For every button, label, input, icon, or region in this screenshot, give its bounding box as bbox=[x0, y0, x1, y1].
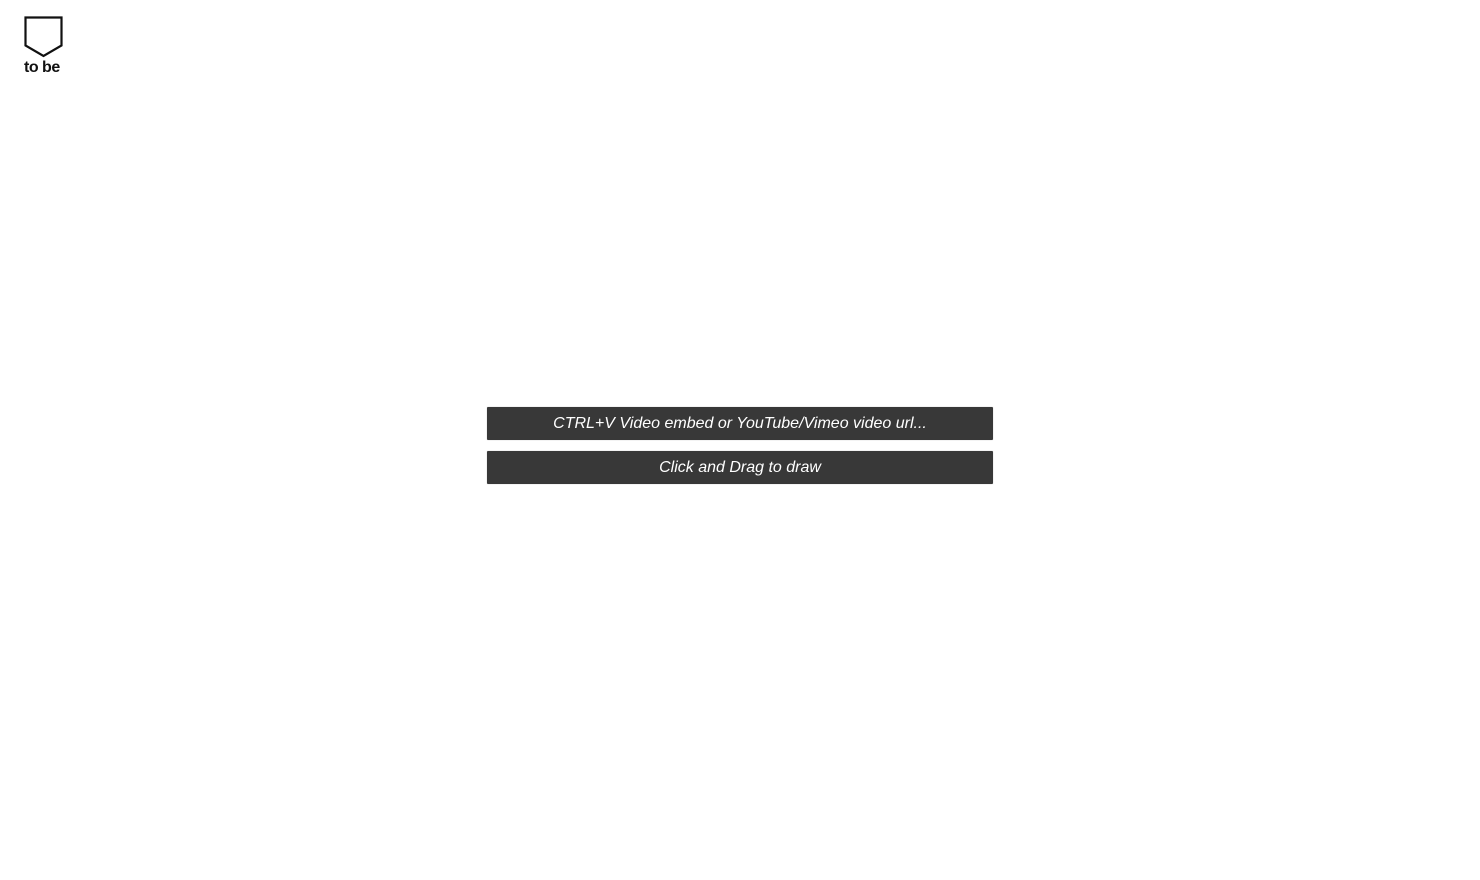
paste-video-hint[interactable]: CTRL+V Video embed or YouTube/Vimeo vide… bbox=[487, 407, 993, 440]
logo-text: to be bbox=[24, 59, 60, 76]
tobe-logo[interactable]: to be bbox=[22, 14, 66, 78]
shield-outline-icon bbox=[24, 16, 63, 58]
drawing-canvas[interactable] bbox=[0, 0, 1480, 880]
draw-hint[interactable]: Click and Drag to draw bbox=[487, 451, 993, 484]
